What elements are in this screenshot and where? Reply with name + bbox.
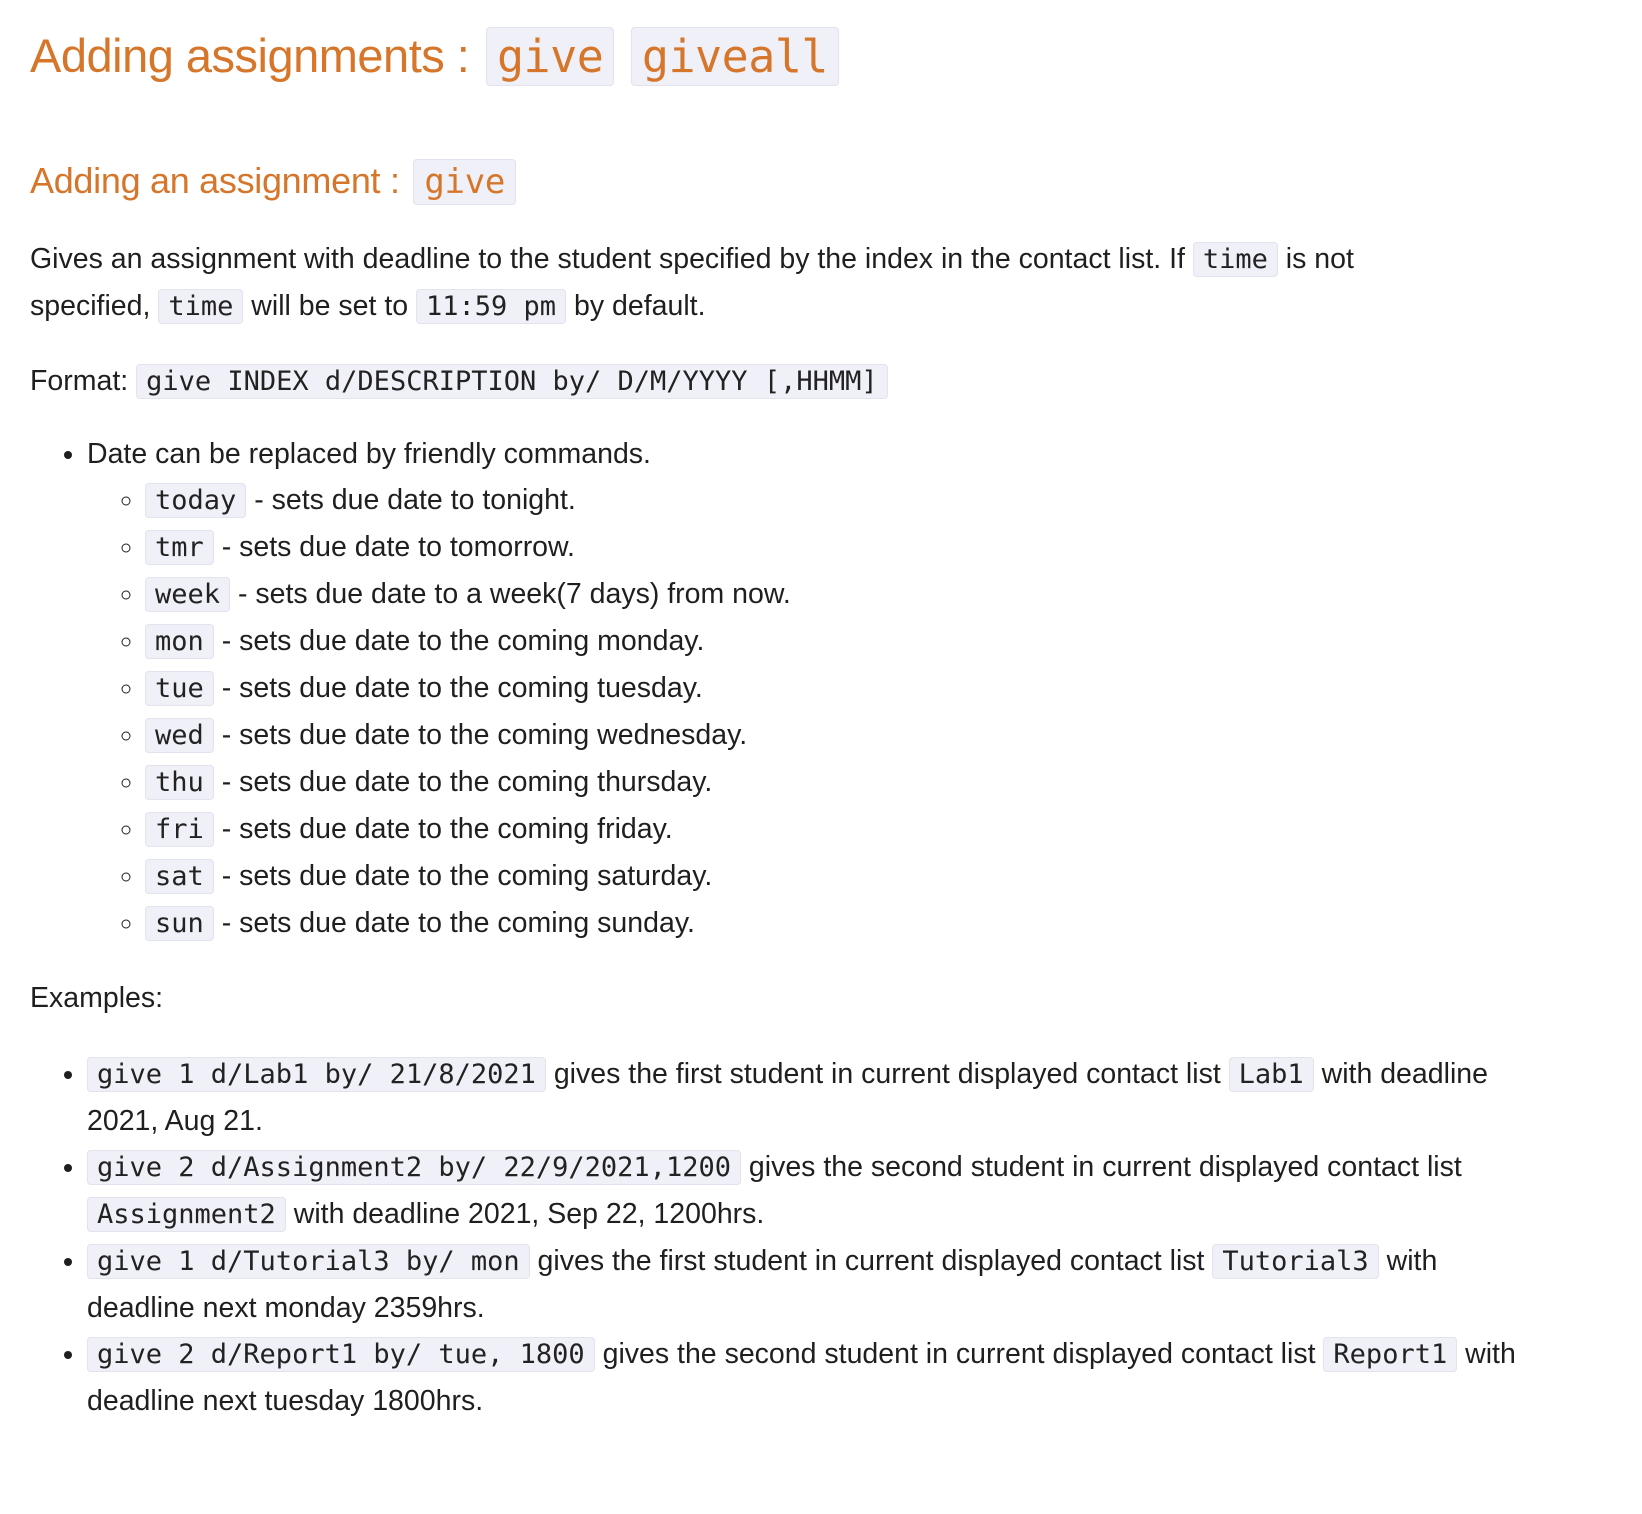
format-line: Format: give INDEX d/DESCRIPTION by/ D/M… — [30, 358, 1570, 405]
example-text: gives the first student in current displ… — [529, 1245, 1213, 1277]
page-title-text: Adding assignments : — [30, 29, 482, 82]
command-desc: - sets due date to tomorrow. — [213, 531, 575, 563]
example-text: gives the second student in current disp… — [594, 1338, 1324, 1370]
section-title: Adding an assignment : give — [30, 153, 1570, 210]
intro-text-3: will be set to — [243, 290, 417, 322]
command-code: thu — [145, 765, 214, 800]
section-title-code: give — [413, 159, 517, 205]
intro-code-default-time: 11:59 pm — [416, 289, 567, 324]
command-code: tmr — [145, 530, 214, 565]
command-desc: - sets due date to the coming tuesday. — [213, 672, 703, 704]
example-deadline-text: with deadline 2021, Sep 22, 1200hrs. — [285, 1198, 765, 1230]
examples-list: give 1 d/Lab1 by/ 21/8/2021 gives the fi… — [30, 1051, 1527, 1424]
command-code: fri — [145, 812, 214, 847]
list-item: tue - sets due date to the coming tuesda… — [145, 665, 1570, 712]
example-item: give 2 d/Assignment2 by/ 22/9/2021,1200 … — [87, 1144, 1527, 1238]
friendly-commands-sublist: today - sets due date to tonight. tmr - … — [87, 477, 1570, 947]
example-text: gives the second student in current disp… — [740, 1151, 1462, 1183]
list-item: today - sets due date to tonight. — [145, 477, 1570, 524]
friendly-commands-list: Date can be replaced by friendly command… — [30, 431, 1570, 947]
doc-page: Adding assignments : give giveall Adding… — [0, 0, 1600, 1424]
page-title: Adding assignments : give giveall — [30, 20, 1570, 93]
example-item: give 1 d/Lab1 by/ 21/8/2021 gives the fi… — [87, 1051, 1527, 1144]
command-desc: - sets due date to tonight. — [246, 484, 576, 516]
example-description-code: Assignment2 — [87, 1197, 286, 1232]
format-code: give INDEX d/DESCRIPTION by/ D/M/YYYY [,… — [136, 364, 888, 399]
list-item: week - sets due date to a week(7 days) f… — [145, 571, 1570, 618]
example-code: give 2 d/Assignment2 by/ 22/9/2021,1200 — [87, 1150, 741, 1185]
title-code-giveall: giveall — [630, 27, 840, 86]
command-code: today — [145, 483, 247, 518]
command-desc: - sets due date to the coming friday. — [213, 813, 673, 845]
list-item: thu - sets due date to the coming thursd… — [145, 759, 1570, 806]
friendly-commands-item: Date can be replaced by friendly command… — [87, 431, 1570, 947]
intro-code-time-1: time — [1192, 242, 1278, 277]
command-desc: - sets due date to a week(7 days) from n… — [230, 578, 791, 610]
command-code: sat — [145, 859, 214, 894]
example-text: gives the first student in current displ… — [545, 1058, 1229, 1090]
intro-text-4: by default. — [566, 290, 706, 322]
title-code-give: give — [485, 27, 615, 86]
intro-code-time-2: time — [158, 289, 244, 324]
command-code: mon — [145, 624, 214, 659]
list-item: mon - sets due date to the coming monday… — [145, 618, 1570, 665]
format-label: Format: — [30, 365, 137, 397]
intro-text-1: Gives an assignment with deadline to the… — [30, 243, 1193, 275]
list-item: wed - sets due date to the coming wednes… — [145, 712, 1570, 759]
command-desc: - sets due date to the coming wednesday. — [213, 719, 748, 751]
command-desc: - sets due date to the coming saturday. — [213, 860, 713, 892]
command-desc: - sets due date to the coming sunday. — [213, 907, 695, 939]
example-code: give 1 d/Tutorial3 by/ mon — [87, 1244, 530, 1279]
section-title-text: Adding an assignment : — [30, 160, 410, 201]
example-code: give 1 d/Lab1 by/ 21/8/2021 — [87, 1057, 546, 1092]
command-desc: - sets due date to the coming monday. — [213, 625, 705, 657]
example-description-code: Tutorial3 — [1212, 1244, 1379, 1279]
command-desc: - sets due date to the coming thursday. — [213, 766, 713, 798]
command-code: tue — [145, 671, 214, 706]
example-description-code: Report1 — [1323, 1337, 1458, 1372]
command-code: week — [145, 577, 231, 612]
list-item: sat - sets due date to the coming saturd… — [145, 853, 1570, 900]
example-description-code: Lab1 — [1228, 1057, 1314, 1092]
list-item: sun - sets due date to the coming sunday… — [145, 900, 1570, 947]
command-code: wed — [145, 718, 214, 753]
command-code: sun — [145, 906, 214, 941]
example-item: give 2 d/Report1 by/ tue, 1800 gives the… — [87, 1331, 1527, 1424]
example-item: give 1 d/Tutorial3 by/ mon gives the fir… — [87, 1238, 1527, 1331]
examples-label: Examples: — [30, 982, 164, 1014]
intro-paragraph: Gives an assignment with deadline to the… — [30, 236, 1470, 330]
list-item: tmr - sets due date to tomorrow. — [145, 524, 1570, 571]
list-item: fri - sets due date to the coming friday… — [145, 806, 1570, 853]
friendly-commands-text: Date can be replaced by friendly command… — [87, 438, 651, 470]
example-code: give 2 d/Report1 by/ tue, 1800 — [87, 1337, 595, 1372]
